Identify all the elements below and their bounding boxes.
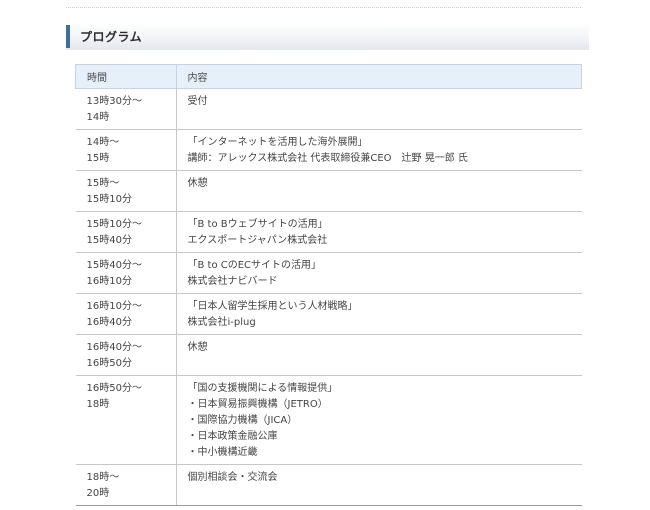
time-cell: 15時10分～ 15時40分 — [75, 211, 177, 253]
content-cell: 休憩 — [176, 334, 582, 376]
table-row: 15時10分～ 15時40分 「B to Bウェブサイトの活用」 エクスポートジャパン… — [75, 211, 582, 253]
time-text: 15時10分 — [86, 194, 132, 205]
time-text: 16時40分～ — [86, 342, 142, 353]
table-header-row: 時間 内容 — [75, 64, 582, 89]
content-cell: 「国の支援機関による情報提供」 ・日本貿易振興機構（JETRO） ・国際協力機構（J… — [176, 375, 582, 465]
content-text: ・国際協力機構（JICA） — [187, 415, 298, 426]
time-text: 15時40分～ — [86, 260, 142, 271]
content-text: 個別相談会・交流会 — [187, 472, 278, 483]
content-cell: 受付 — [176, 88, 582, 130]
time-cell: 15時～ 15時10分 — [75, 170, 177, 212]
time-cell: 14時～ 15時 — [75, 129, 177, 171]
top-divider — [66, 7, 581, 8]
content-text: 株式会社i-plug — [187, 317, 256, 328]
time-cell: 16時40分～ 16時50分 — [75, 334, 177, 376]
time-cell: 18時～ 20時 — [75, 464, 177, 506]
time-cell: 16時50分～ 18時 — [75, 375, 177, 465]
content-cell: 「B to Bウェブサイトの活用」 エクスポートジャパン株式会社 — [176, 211, 582, 253]
heading-accent-bar — [66, 25, 70, 48]
content-text: 「日本人留学生採用という人材戦略」 — [187, 301, 358, 312]
time-text: 13時30分～ — [86, 96, 142, 107]
time-text: 14時～ — [86, 137, 120, 148]
content-text: エクスポートジャパン株式会社 — [187, 235, 328, 246]
content-text: 受付 — [187, 96, 208, 107]
table-row: 15時40分～ 16時10分 「B to CのECサイトの活用」 株式会社ナビバード — [75, 252, 582, 294]
content-text: ・中小機構近畿 — [187, 447, 258, 458]
table-row: 16時50分～ 18時 「国の支援機関による情報提供」 ・日本貿易振興機構（JETRO… — [75, 375, 582, 465]
header-time: 時間 — [75, 64, 177, 89]
time-text: 15時10分～ — [86, 219, 142, 230]
table-row: 16時10分～ 16時40分 「日本人留学生採用という人材戦略」 株式会社i-plug — [75, 293, 582, 335]
content-text: 「B to CのECサイトの活用」 — [187, 260, 322, 271]
table-row: 15時～ 15時10分 休憩 — [75, 170, 582, 212]
content-cell: 「日本人留学生採用という人材戦略」 株式会社i-plug — [176, 293, 582, 335]
time-text: 16時10分～ — [86, 301, 142, 312]
content-cell: 「インターネットを活用した海外展開」講師：アレックス株式会社 代表取締役兼CEO… — [176, 129, 582, 171]
time-text: 20時 — [86, 488, 110, 499]
time-text: 16時10分 — [86, 276, 132, 287]
time-cell: 13時30分～ 14時 — [75, 88, 177, 130]
content-text: 休憩 — [187, 342, 208, 353]
time-text: 18時 — [86, 399, 110, 410]
content-text: ・日本政策金融公庫 — [187, 431, 278, 442]
time-text: 16時40分 — [86, 317, 132, 328]
time-text: 16時50分 — [86, 358, 132, 369]
time-cell: 15時40分～ 16時10分 — [75, 252, 177, 294]
content-text: 「国の支援機関による情報提供」 — [187, 383, 338, 394]
content-cell: 「B to CのECサイトの活用」 株式会社ナビバード — [176, 252, 582, 294]
content-text: 休憩 — [187, 178, 208, 189]
table-row: 18時～ 20時 個別相談会・交流会 — [75, 464, 582, 506]
section-title: プログラム — [80, 30, 143, 44]
program-table: 時間 内容 13時30分～ 14時 受付 14時～ 15時 「インターネットを活用した海外… — [75, 64, 582, 506]
content-text: ・日本貿易振興機構（JETRO） — [187, 399, 328, 410]
program-table-body: 13時30分～ 14時 受付 14時～ 15時 「インターネットを活用した海外展開」講師：… — [75, 88, 582, 506]
time-text: 15時40分 — [86, 235, 132, 246]
time-text: 15時 — [86, 153, 110, 164]
content-text: 講師：アレックス株式会社 代表取締役兼CEO 辻野 晃一郎 氏 — [187, 153, 468, 164]
time-text: 16時50分～ — [86, 383, 142, 394]
content-cell: 個別相談会・交流会 — [176, 464, 582, 506]
time-cell: 16時10分～ 16時40分 — [75, 293, 177, 335]
time-text: 14時 — [86, 112, 110, 123]
time-text: 15時～ — [86, 178, 120, 189]
time-text: 18時～ — [86, 472, 120, 483]
table-row: 13時30分～ 14時 受付 — [75, 88, 582, 130]
content-cell: 休憩 — [176, 170, 582, 212]
content-text: 「インターネットを活用した海外展開」 — [187, 137, 368, 148]
content-text: 株式会社ナビバード — [187, 276, 278, 287]
section-heading: プログラム — [66, 23, 589, 50]
content-text: 「B to Bウェブサイトの活用」 — [187, 219, 328, 230]
header-content: 内容 — [175, 64, 582, 89]
table-row: 14時～ 15時 「インターネットを活用した海外展開」講師：アレックス株式会社 代表… — [75, 129, 582, 171]
table-row: 16時40分～ 16時50分 休憩 — [75, 334, 582, 376]
